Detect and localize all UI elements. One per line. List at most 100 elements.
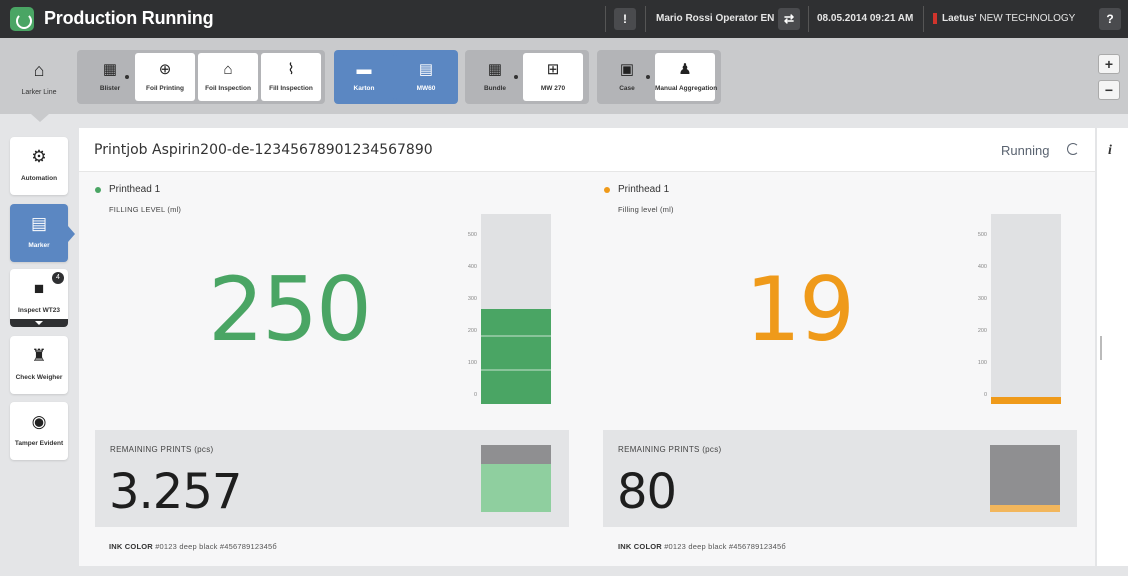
gauge-tick: 400 — [467, 264, 477, 270]
ink-color-label: INK COLOR — [109, 542, 153, 551]
tool-group-karton: ▬ Karton ▤ MW60 — [334, 50, 458, 104]
home-icon: ⌂ — [33, 60, 45, 80]
manual-aggregation-icon: ♟ — [678, 61, 692, 78]
help-button[interactable]: ! — [614, 8, 636, 30]
user-name[interactable]: Mario Rossi Operator EN — [656, 13, 774, 24]
mw270-icon: ⊞ — [546, 61, 560, 78]
notification-badge: 4 — [52, 272, 64, 284]
tool-group-case: ▣ Case ♟ Manual Aggregation — [597, 50, 721, 104]
title-bar: Production Running ! Mario Rossi Operato… — [0, 0, 1128, 38]
tool-label: MW60 — [416, 85, 436, 92]
ink-color-value: #0123 deep black #45678912345б — [664, 542, 786, 551]
case-icon: ▣ — [619, 61, 635, 78]
cartridge-fill — [990, 505, 1060, 512]
machine-toolbar: ⌂ Larker Line ▦ Blister ⊕ Foil Printing … — [0, 38, 1128, 114]
datetime: 08.05.2014 09:21 AM — [817, 13, 914, 24]
remaining-prints-value: 3.257 — [109, 464, 242, 520]
filling-level-value: 250 — [208, 258, 372, 361]
tool-mw60[interactable]: ▤ MW60 — [396, 53, 456, 101]
active-pointer — [68, 226, 75, 242]
gauge-tick: 500 — [977, 232, 987, 238]
tool-fill-inspection[interactable]: ⌇ Fill Inspection — [261, 53, 321, 101]
gauge-segment-line — [481, 369, 551, 371]
sidebar-item-label: Inspect WT23 — [18, 307, 60, 314]
scale-icon: ♜ — [31, 346, 47, 365]
connector-dot — [646, 75, 650, 79]
cartridge-indicator — [481, 445, 551, 512]
info-icon[interactable]: i — [1108, 143, 1112, 159]
blister-icon: ▦ — [102, 61, 118, 78]
remaining-prints-label: REMAINING PRINTS (pcs) — [618, 445, 722, 454]
tool-label: MW 270 — [540, 85, 566, 92]
tool-label: Case — [619, 85, 635, 92]
ink-color-label: INK COLOR — [618, 542, 662, 551]
gauge-tick: 100 — [977, 360, 987, 366]
tool-manual-aggregation[interactable]: ♟ Manual Aggregation — [655, 53, 717, 101]
tool-label: Foil Inspection — [205, 85, 251, 92]
remaining-prints-box: REMAINING PRINTS (pcs) 80 — [603, 430, 1077, 527]
gauge-tick: 400 — [977, 264, 987, 270]
eye-icon: ◉ — [31, 412, 47, 431]
ink-color-info: INK COLOR #0123 deep black #45678912345б — [618, 542, 786, 551]
gauge-fill — [481, 309, 551, 404]
zoom-out-button[interactable]: − — [1098, 80, 1120, 100]
app-title: Production Running — [44, 8, 214, 28]
divider — [923, 6, 924, 32]
brand-tagline: NEW TECHNOLOGY — [979, 13, 1076, 24]
printhead-name: Printhead 1 — [109, 184, 161, 195]
filling-level-label: Filling level (ml) — [618, 205, 674, 214]
printhead-panel: Printhead 1 FILLING LEVEL (ml) 250 500 4… — [79, 172, 587, 566]
fill-inspection-icon: ⌇ — [287, 61, 295, 78]
sidebar-item-automation[interactable]: ⚙ Automation — [10, 137, 68, 195]
tool-mw270[interactable]: ⊞ MW 270 — [523, 53, 583, 101]
tool-foil-inspection[interactable]: ⌂ Foil Inspection — [198, 53, 258, 101]
home-label: Larker Line — [21, 89, 57, 96]
user-menu-button[interactable]: ⇄ — [778, 8, 800, 30]
remaining-prints-value: 80 — [617, 464, 677, 520]
tool-group-blister: ▦ Blister ⊕ Foil Printing ⌂ Foil Inspect… — [77, 50, 325, 104]
zoom-in-button[interactable]: + — [1098, 54, 1120, 74]
connector-dot — [125, 75, 129, 79]
printjob-panel: Printjob Aspirin200-de-12345678901234567… — [79, 128, 1095, 566]
tool-karton[interactable]: ▬ Karton — [334, 53, 394, 101]
marker-icon: ▤ — [30, 214, 48, 233]
gauge-tick: 200 — [467, 328, 477, 334]
mw60-icon: ▤ — [418, 61, 434, 78]
sidebar-item-marker[interactable]: ▤ Marker — [10, 204, 68, 262]
divider — [605, 6, 606, 32]
remaining-prints-box: REMAINING PRINTS (pcs) 3.257 — [95, 430, 569, 527]
sidebar-item-tamper-evident[interactable]: ◉ Tamper Evident — [10, 402, 68, 460]
tool-blister[interactable]: ▦ Blister — [80, 53, 140, 101]
cartridge-empty — [481, 445, 551, 464]
printhead-name: Printhead 1 — [618, 184, 670, 195]
tool-foil-printing[interactable]: ⊕ Foil Printing — [135, 53, 195, 101]
expand-handle[interactable] — [10, 319, 68, 327]
gauge-tick: 500 — [467, 232, 477, 238]
tool-label: Karton — [353, 85, 375, 92]
tool-label: Blister — [99, 85, 121, 92]
home-pointer — [31, 114, 49, 122]
status-dot-icon — [604, 187, 610, 193]
cartridge-fill — [481, 464, 551, 512]
sidebar-item-label: Check Weigher — [15, 374, 63, 381]
ink-color-info: INK COLOR #0123 deep black #45678912345б — [109, 542, 277, 551]
about-button[interactable]: ? — [1099, 8, 1121, 30]
user-switch-icon: ⇄ — [783, 12, 795, 26]
sidebar-item-check-weigher[interactable]: ♜ Check Weigher — [10, 336, 68, 394]
gauge-tick: 100 — [467, 360, 477, 366]
sidebar-item-label: Tamper Evident — [14, 440, 64, 447]
rail-handle[interactable] — [1100, 336, 1102, 360]
ink-color-value: #0123 deep black #45678912345б — [155, 542, 277, 551]
app-logo-icon — [10, 7, 34, 31]
home-button[interactable]: ⌂ Larker Line — [12, 60, 66, 110]
brand-name: Laetus' — [942, 13, 977, 24]
status-dot-icon — [95, 187, 101, 193]
divider — [808, 6, 809, 32]
brand: Laetus' NEW TECHNOLOGY — [942, 13, 1075, 24]
spinner-icon — [1067, 143, 1079, 155]
tool-label: Bundle — [483, 85, 507, 92]
gears-icon: ⚙ — [31, 147, 47, 166]
filling-level-value: 19 — [745, 258, 855, 361]
cartridge-indicator — [990, 445, 1060, 512]
filling-gauge — [991, 214, 1061, 404]
